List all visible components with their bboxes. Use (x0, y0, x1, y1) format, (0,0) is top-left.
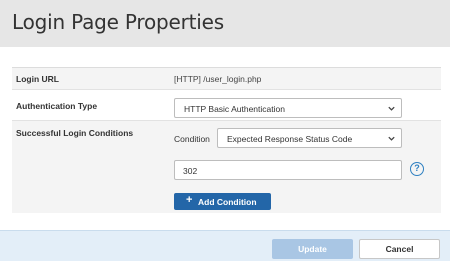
properties-form: Login URL [HTTP] /user_login.php Authent… (12, 67, 441, 213)
condition-editor: Condition Expected Response Status Code … (12, 128, 441, 210)
dialog-footer: Update Cancel (0, 230, 450, 261)
login-url-value: [HTTP] /user_login.php (174, 74, 262, 84)
cancel-button[interactable]: Cancel (359, 239, 440, 259)
dialog-titlebar: Login Page Properties (0, 0, 450, 47)
auth-type-selected-value: HTTP Basic Authentication (184, 104, 285, 114)
dialog-title: Login Page Properties (12, 10, 224, 34)
login-url-row: Login URL [HTTP] /user_login.php (12, 68, 441, 90)
add-condition-button[interactable]: + Add Condition (174, 193, 271, 210)
help-icon[interactable]: ? (410, 162, 424, 176)
update-button[interactable]: Update (272, 239, 353, 259)
auth-type-label: Authentication Type (16, 101, 98, 111)
condition-type-select[interactable]: Expected Response Status Code (217, 128, 402, 148)
chevron-down-icon (388, 106, 395, 111)
chevron-down-icon (388, 136, 395, 141)
add-condition-label: Add Condition (198, 197, 257, 207)
condition-label: Condition (174, 134, 210, 144)
auth-type-select[interactable]: HTTP Basic Authentication (174, 98, 402, 118)
login-url-label: Login URL (16, 74, 59, 84)
condition-value-input[interactable]: 302 (174, 160, 402, 180)
condition-value-text: 302 (183, 166, 198, 176)
plus-icon: + (186, 194, 193, 206)
condition-type-selected-value: Expected Response Status Code (227, 134, 353, 144)
